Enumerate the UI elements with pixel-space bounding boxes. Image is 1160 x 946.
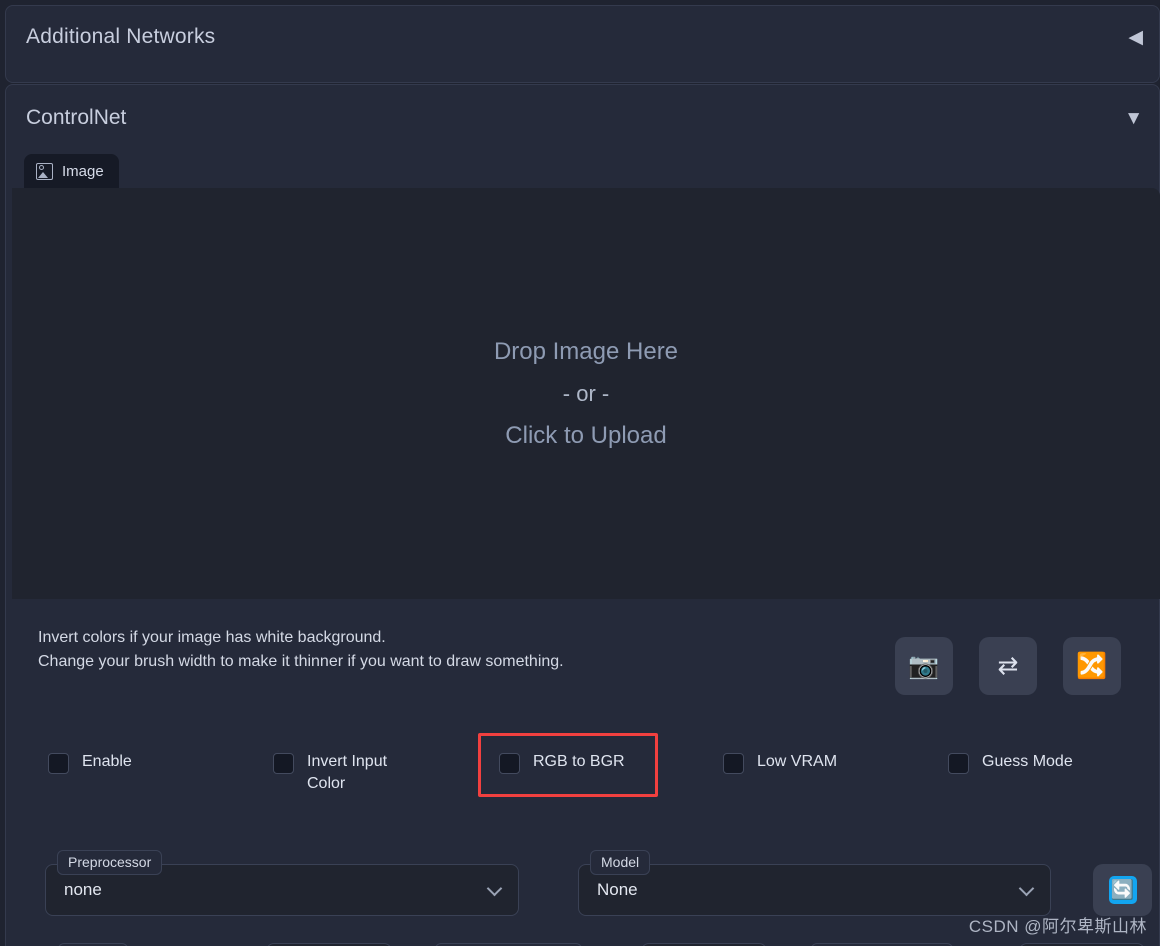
- controlnet-page: Additional Networks ◀ ControlNet ▼ Image…: [0, 0, 1160, 946]
- hint-line-1: Invert colors if your image has white ba…: [38, 629, 386, 646]
- panel-controlnet: ControlNet ▼ Image Drop Image Here - or …: [5, 84, 1160, 946]
- image-action-buttons: 📷 ⇄ 🔀: [895, 637, 1121, 695]
- model-label: Model: [590, 850, 651, 875]
- image-dropzone[interactable]: Drop Image Here - or - Click to Upload: [12, 188, 1160, 599]
- chevron-left-icon[interactable]: ◀: [1128, 28, 1143, 47]
- panel-controlnet-header: ControlNet ▼ Image Drop Image Here - or …: [6, 85, 1160, 946]
- checkbox-low-vram[interactable]: Low VRAM: [723, 751, 837, 774]
- checkbox-guess-mode[interactable]: Guess Mode: [948, 751, 1073, 774]
- hint-line-2: Change your brush width to make it thinn…: [38, 653, 564, 670]
- checkbox-rgb-to-bgr[interactable]: RGB to BGR: [499, 751, 625, 774]
- model-field: Model None: [578, 850, 1051, 916]
- chevron-down-icon: [486, 880, 503, 897]
- preprocessor-field: Preprocessor none: [45, 850, 519, 916]
- checkbox-invert-input-color-box[interactable]: [273, 753, 294, 774]
- swap-arrows-icon: ⇄: [997, 651, 1019, 680]
- tab-image[interactable]: Image: [24, 154, 119, 188]
- tabstrip: Image: [24, 154, 119, 188]
- checkbox-invert-input-color[interactable]: Invert Input Color: [273, 751, 403, 795]
- dropzone-line-1: Drop Image Here: [493, 337, 679, 365]
- checkbox-low-vram-label: Low VRAM: [757, 753, 838, 770]
- send-to-button[interactable]: 🔀: [1063, 637, 1121, 695]
- checkbox-low-vram-box[interactable]: [723, 753, 744, 774]
- swap-button[interactable]: ⇄: [979, 637, 1037, 695]
- model-value: None: [597, 880, 638, 899]
- watermark: CSDN @阿尔卑斯山林: [968, 917, 1147, 936]
- checkbox-enable-box[interactable]: [48, 753, 69, 774]
- dropzone-line-2: - or -: [562, 380, 610, 406]
- panel-additional-networks-header[interactable]: Additional Networks ◀: [6, 6, 1159, 82]
- preprocessor-label: Preprocessor: [57, 850, 163, 875]
- checkbox-guess-mode-box[interactable]: [948, 753, 969, 774]
- refresh-icon: 🔄: [1108, 876, 1137, 904]
- hint-text: Invert colors if your image has white ba…: [38, 626, 564, 674]
- options-checkbox-row: Enable Invert Input Color RGB to BGR Low…: [6, 735, 1160, 805]
- send-to-icon: 🔀: [1076, 651, 1108, 680]
- checkbox-enable[interactable]: Enable: [48, 751, 132, 774]
- chevron-down-icon: [1018, 880, 1035, 897]
- checkbox-invert-input-color-label: Invert Input Color: [307, 753, 388, 792]
- page-title-controlnet: ControlNet: [26, 106, 127, 129]
- image-icon: [36, 162, 53, 180]
- camera-button[interactable]: 📷: [895, 637, 953, 695]
- refresh-models-button[interactable]: 🔄: [1093, 864, 1152, 916]
- checkbox-guess-mode-label: Guess Mode: [982, 753, 1073, 770]
- page-title-additional-networks: Additional Networks: [26, 25, 216, 48]
- tab-image-label: Image: [62, 162, 104, 180]
- camera-icon: 📷: [908, 651, 940, 680]
- preprocessor-value: none: [64, 880, 102, 899]
- dropzone-line-3: Click to Upload: [505, 421, 667, 449]
- checkbox-rgb-to-bgr-label: RGB to BGR: [533, 753, 625, 770]
- checkbox-enable-label: Enable: [82, 753, 132, 770]
- chevron-down-icon[interactable]: ▼: [1124, 109, 1143, 128]
- panel-additional-networks[interactable]: Additional Networks ◀: [5, 5, 1160, 83]
- checkbox-rgb-to-bgr-box[interactable]: [499, 753, 520, 774]
